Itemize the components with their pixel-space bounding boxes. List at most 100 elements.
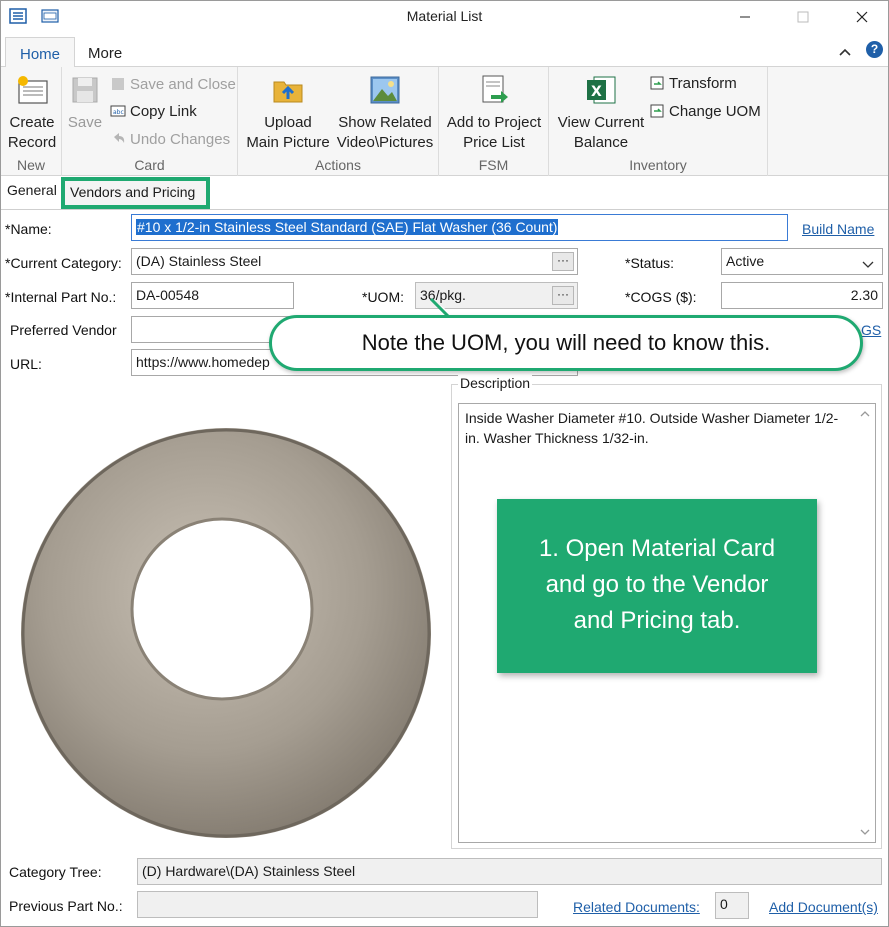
cogs-label: *COGS ($): [625, 289, 697, 305]
pictures-icon [368, 73, 402, 107]
view-current-balance-button[interactable]: X View Current Balance [553, 73, 649, 153]
transform-icon [649, 75, 665, 91]
previous-part-no-label: Previous Part No.: [9, 898, 123, 914]
cogs-history-link[interactable]: GS [861, 322, 881, 338]
internal-part-no-field[interactable]: DA-00548 [131, 282, 294, 309]
ribbon: Create Record New Save Save and Close ab… [1, 67, 888, 176]
group-label-new: New [16, 157, 45, 173]
name-field[interactable]: #10 x 1/2-in Stainless Steel Standard (S… [131, 214, 788, 241]
create-record-icon [15, 73, 49, 107]
help-icon[interactable]: ? [866, 41, 883, 58]
view-balance-label-1: View Current [557, 114, 645, 131]
add-documents-link[interactable]: Add Document(s) [769, 899, 878, 915]
description-label: Description [458, 375, 533, 391]
chevron-down-icon [862, 256, 874, 272]
close-icon[interactable] [839, 1, 885, 33]
ribbon-group-card: Save Save and Close abc Copy Link Undo C… [62, 67, 238, 176]
name-label: *Name: [5, 221, 52, 237]
cogs-value: 2.30 [850, 287, 878, 303]
related-documents-count-value: 0 [720, 896, 728, 912]
copy-link-button[interactable]: abc Copy Link [110, 100, 197, 122]
ribbon-tab-bar: Home More ? [1, 33, 888, 68]
change-uom-label: Change UOM [669, 102, 761, 120]
uom-note-callout: Note the UOM, you will need to know this… [269, 315, 863, 371]
status-value: Active [726, 253, 765, 269]
svg-text:X: X [591, 84, 602, 100]
add-to-price-list-icon [477, 73, 511, 107]
add-to-project-label-1: Add to Project [446, 114, 542, 131]
upload-label-2: Main Picture [246, 134, 330, 151]
tab-more[interactable]: More [74, 37, 136, 68]
show-related-pictures-button[interactable]: Show Related Video\Pictures [334, 73, 436, 153]
current-category-label: *Current Category: [5, 255, 122, 271]
transform-label: Transform [669, 74, 737, 92]
uom-label: *UOM: [362, 289, 404, 305]
group-label-fsm: FSM [478, 157, 509, 173]
ribbon-group-actions: Upload Main Picture Show Related Video\P… [238, 67, 439, 176]
save-icon [68, 73, 102, 107]
internal-part-no-label: *Internal Part No.: [5, 289, 117, 305]
add-to-project-price-list-button[interactable]: Add to Project Price List [443, 73, 545, 153]
group-label-actions: Actions [315, 157, 361, 173]
cogs-field[interactable]: 2.30 [721, 282, 883, 309]
create-record-label-1: Create [9, 114, 55, 131]
description-value: Inside Washer Diameter #10. Outside Wash… [465, 410, 839, 446]
ribbon-group-fsm: Add to Project Price List FSM [439, 67, 549, 176]
group-label-card: Card [134, 157, 165, 173]
upload-label-1: Upload [264, 114, 312, 131]
title-bar: Material List [1, 1, 888, 33]
save-close-icon [110, 76, 126, 92]
show-related-label-1: Show Related [338, 114, 432, 131]
build-name-link[interactable]: Build Name [802, 221, 874, 237]
step-1-line-2: and go to the Vendor [545, 571, 769, 598]
category-tree-value: (D) Hardware\(DA) Stainless Steel [142, 863, 356, 879]
upload-folder-icon [271, 73, 305, 107]
washer-image [19, 426, 434, 844]
previous-part-no-field[interactable] [137, 891, 538, 918]
create-record-label-2: Record [7, 134, 57, 151]
scroll-down-icon[interactable] [857, 824, 873, 840]
copy-link-icon: abc [110, 103, 126, 119]
collapse-ribbon-icon[interactable] [839, 44, 851, 60]
save-and-close-button[interactable]: Save and Close [110, 73, 236, 95]
excel-icon: X [584, 73, 618, 107]
preferred-vendor-label: Preferred Vendor [10, 322, 117, 338]
internal-part-no-value: DA-00548 [136, 287, 200, 303]
save-button[interactable]: Save [66, 73, 104, 133]
form-tab-bar: General Vendors and Pricing [1, 176, 888, 210]
ribbon-group-new: Create Record New [1, 67, 62, 176]
change-uom-button[interactable]: Change UOM [649, 100, 761, 122]
maximize-icon[interactable] [780, 1, 826, 33]
related-documents-link[interactable]: Related Documents: [573, 899, 700, 915]
ribbon-group-inventory: X View Current Balance Transform Change … [549, 67, 768, 176]
current-category-value: (DA) Stainless Steel [136, 253, 262, 269]
undo-changes-label: Undo Changes [130, 130, 231, 148]
upload-main-picture-button[interactable]: Upload Main Picture [246, 73, 330, 153]
show-related-label-2: Video\Pictures [336, 134, 434, 151]
step-1-callout: 1. Open Material Card and go to the Vend… [497, 499, 817, 673]
group-label-inventory: Inventory [629, 157, 687, 173]
material-list-window: Material List Home More ? Create Record … [0, 0, 889, 927]
add-to-project-label-2: Price List [463, 134, 525, 151]
save-and-close-label: Save and Close [130, 75, 236, 93]
uom-browse-button[interactable]: ··· [552, 286, 574, 305]
step-1-line-3: and Pricing tab. [573, 607, 741, 634]
tab-vendors-and-pricing[interactable]: Vendors and Pricing [61, 177, 210, 209]
scroll-up-icon[interactable] [857, 406, 873, 422]
category-browse-button[interactable]: ··· [552, 252, 574, 271]
create-record-button[interactable]: Create Record [5, 73, 59, 153]
tab-home[interactable]: Home [5, 37, 76, 68]
url-value: https://www.homedep [136, 354, 270, 370]
undo-changes-button[interactable]: Undo Changes [110, 128, 230, 150]
related-documents-count: 0 [715, 892, 749, 919]
category-tree-label: Category Tree: [9, 864, 102, 880]
status-label: *Status: [625, 255, 675, 271]
tab-general[interactable]: General [7, 182, 57, 198]
status-select[interactable]: Active [721, 248, 883, 275]
name-value: #10 x 1/2-in Stainless Steel Standard (S… [136, 219, 559, 235]
step-1-line-1: 1. Open Material Card [538, 535, 776, 562]
transform-button[interactable]: Transform [649, 72, 737, 94]
undo-icon [110, 131, 126, 147]
current-category-field[interactable]: (DA) Stainless Steel ··· [131, 248, 578, 275]
minimize-icon[interactable] [722, 1, 768, 33]
